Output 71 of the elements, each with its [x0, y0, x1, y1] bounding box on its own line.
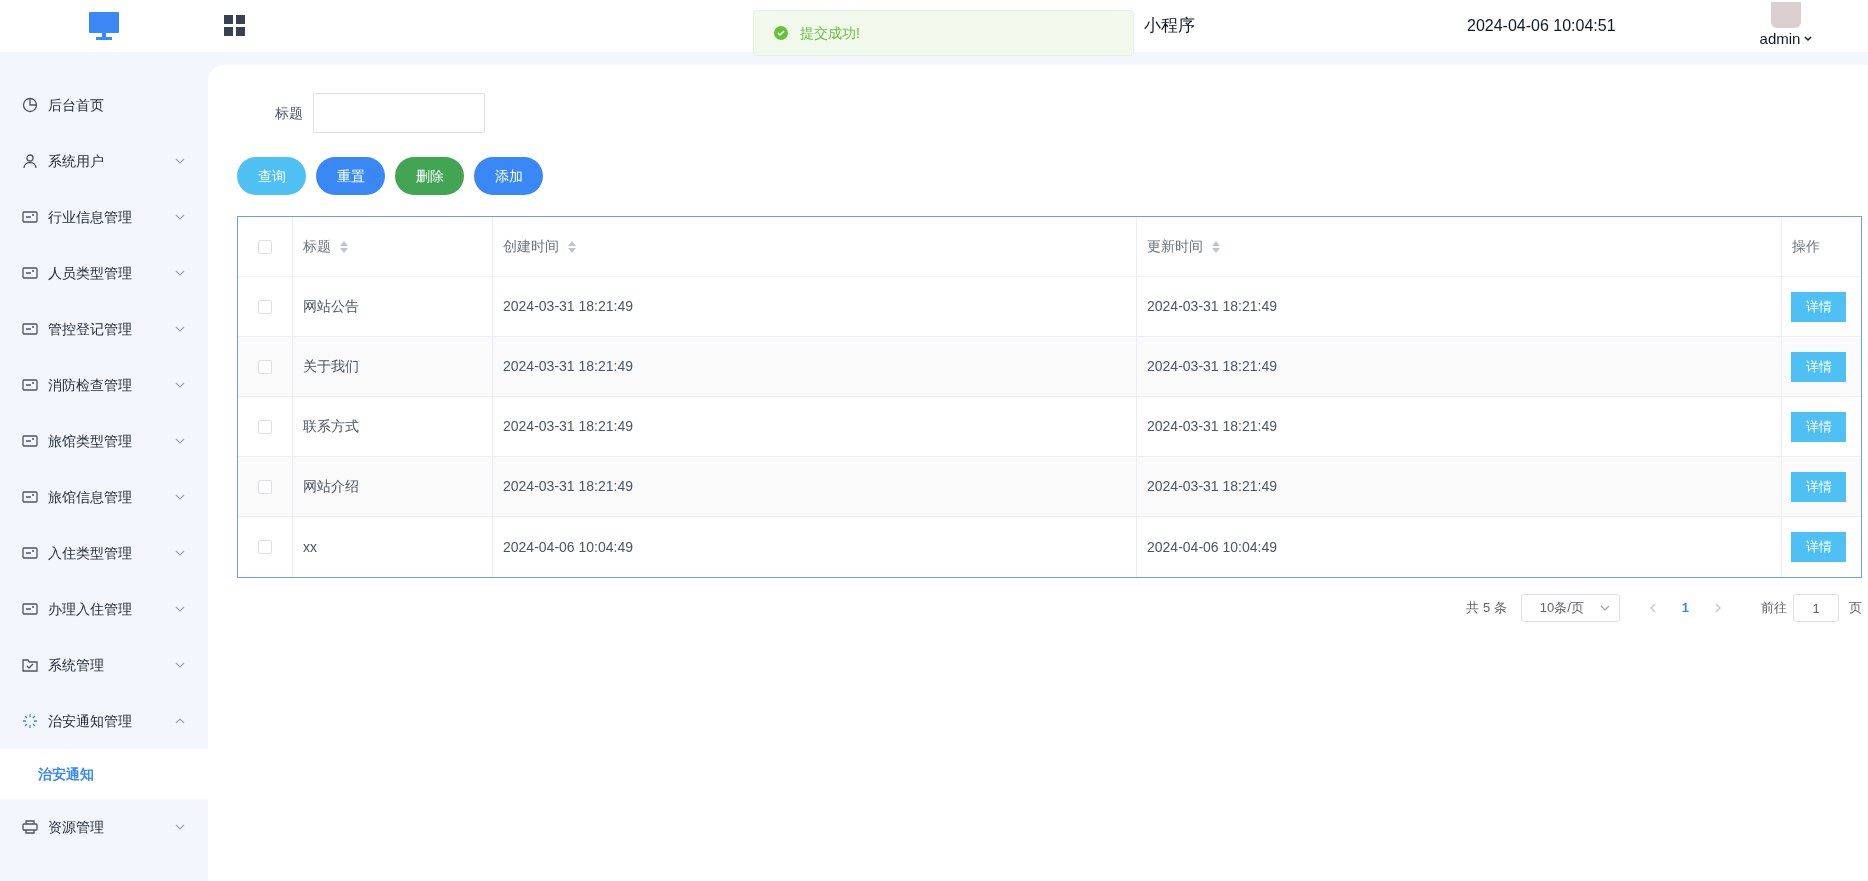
goto-page-input[interactable]: 1 [1793, 594, 1839, 622]
folder-icon [22, 657, 38, 673]
loading-icon [22, 713, 38, 729]
checkbox[interactable] [258, 359, 272, 374]
table-cell-text: 2024-03-31 18:21:49 [503, 417, 633, 436]
sidebar-item[interactable]: 入住类型管理 [0, 525, 208, 581]
user-menu[interactable]: admin [1759, 27, 1813, 51]
toast-message: 提交成功! [800, 23, 860, 43]
column-header: 更新时间 [1147, 237, 1203, 256]
chevron-right-icon[interactable] [1713, 602, 1723, 614]
success-icon [774, 26, 788, 40]
checkbox[interactable] [258, 540, 272, 554]
sidebar-item[interactable]: 旅馆类型管理 [0, 413, 208, 469]
goto-suffix: 页 [1849, 599, 1862, 618]
sidebar-item[interactable]: 系统用户 [0, 133, 208, 189]
datetime: 2024-04-06 10:04:51 [1467, 16, 1616, 36]
search-label: 标题 [275, 103, 303, 123]
card-icon [22, 377, 38, 393]
table-cell-text: 2024-04-06 10:04:49 [503, 537, 633, 557]
sort-icon[interactable] [1211, 239, 1221, 254]
title-input[interactable] [313, 93, 485, 133]
sidebar-item[interactable]: 行业信息管理 [0, 189, 208, 245]
grid-menu-icon[interactable] [224, 15, 246, 37]
sort-icon[interactable] [339, 239, 349, 254]
sidebar-item[interactable]: 资源管理 [0, 799, 208, 855]
table-cell-text: 2024-03-31 18:21:49 [1147, 477, 1277, 496]
table-cell-text: 网站公告 [303, 297, 359, 316]
column-header: 创建时间 [503, 237, 559, 256]
table-cell-text: 2024-03-31 18:21:49 [503, 357, 633, 376]
checkbox[interactable] [258, 479, 272, 494]
total-count: 共 5 条 [1466, 599, 1507, 618]
goto-label: 前往 [1761, 599, 1787, 618]
table-cell-text: 网站介绍 [303, 477, 359, 496]
card-icon [22, 433, 38, 449]
sidebar-item[interactable]: 办理入住管理 [0, 581, 208, 637]
sidebar-item[interactable]: 管控登记管理 [0, 301, 208, 357]
table-cell-text: 2024-03-31 18:21:49 [1147, 297, 1277, 316]
table-cell-text: 2024-03-31 18:21:49 [503, 297, 633, 316]
table-cell-text: 关于我们 [303, 357, 359, 376]
column-header: 标题 [303, 237, 331, 256]
checkbox[interactable] [258, 239, 272, 254]
sidebar-item[interactable]: 治安通知管理 [0, 693, 208, 749]
sidebar-item[interactable]: 系统管理 [0, 637, 208, 693]
app-title: 小程序 [1144, 15, 1195, 38]
sidebar-item[interactable]: 旅馆信息管理 [0, 469, 208, 525]
monitor-icon [89, 12, 119, 40]
card-icon [22, 545, 38, 561]
pie-chart-icon [22, 97, 38, 113]
checkbox[interactable] [258, 419, 272, 434]
card-icon [22, 209, 38, 225]
printer-icon [22, 819, 38, 835]
table-cell-text: 2024-03-31 18:21:49 [1147, 417, 1277, 436]
table-cell-text: 2024-03-31 18:21:49 [503, 477, 633, 496]
sort-icon[interactable] [567, 239, 577, 254]
sidebar-item[interactable]: 后台首页 [0, 77, 208, 133]
card-icon [22, 601, 38, 617]
caret-icon [1804, 36, 1813, 42]
table-cell-text: 联系方式 [303, 417, 359, 436]
sidebar-item[interactable]: 人员类型管理 [0, 245, 208, 301]
avatar[interactable] [1771, 1, 1801, 28]
card-icon [22, 265, 38, 281]
sidebar-item[interactable]: 消防检查管理 [0, 357, 208, 413]
checkbox[interactable] [258, 299, 272, 314]
card-icon [22, 321, 38, 337]
user-icon [22, 153, 38, 169]
page-size-select[interactable]: 10条/页 [1520, 594, 1620, 622]
table-cell-text: xx [303, 537, 317, 557]
table-cell-text: 2024-03-31 18:21:49 [1147, 357, 1277, 376]
table-cell-text: 2024-04-06 10:04:49 [1147, 537, 1277, 557]
card-icon [22, 489, 38, 505]
column-header: 操作 [1792, 237, 1820, 256]
